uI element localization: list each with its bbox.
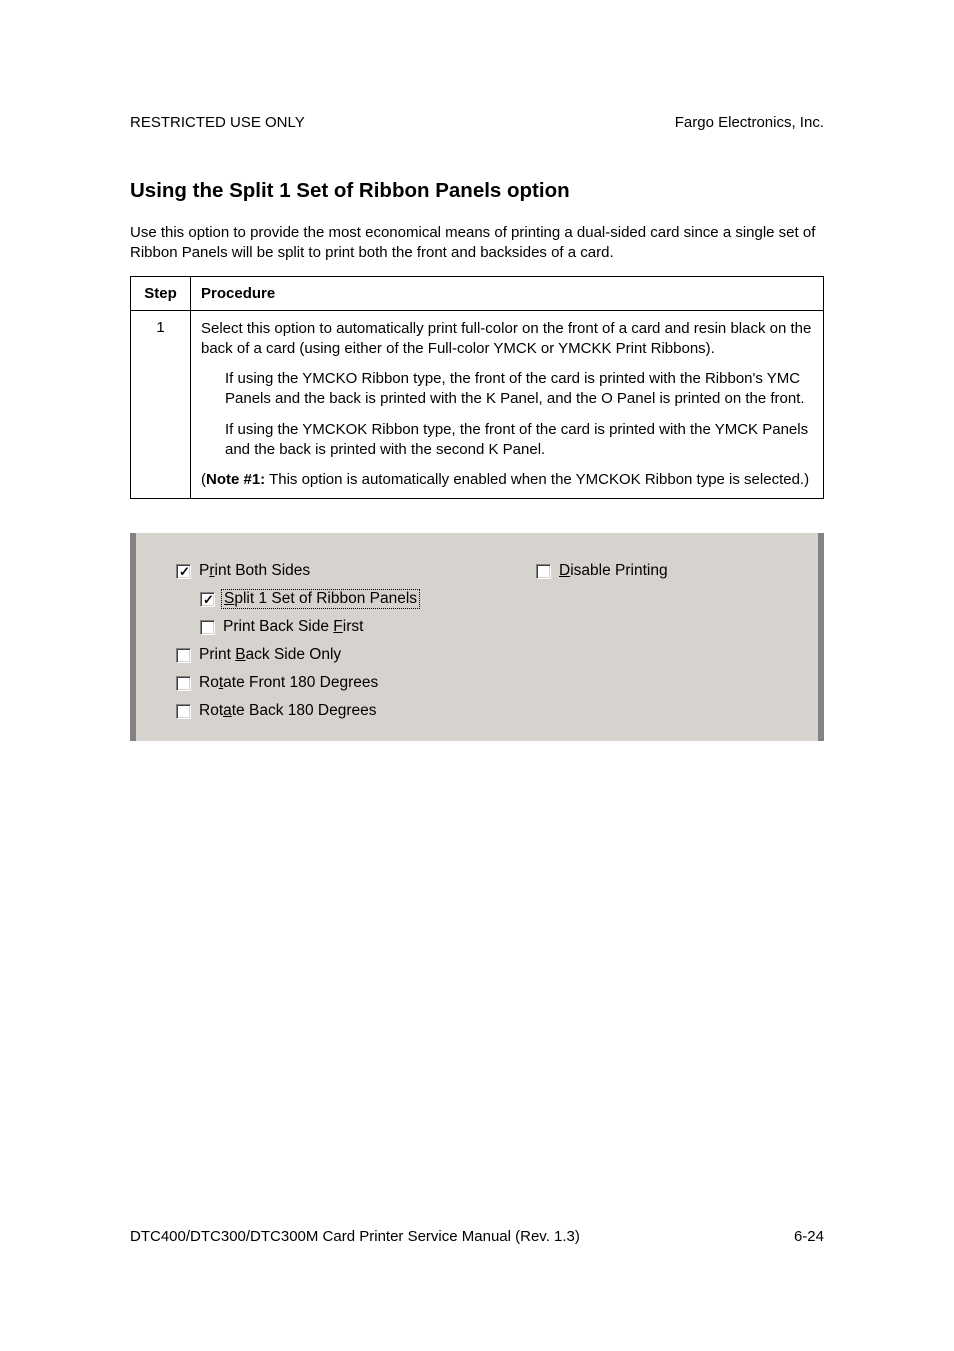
checkbox-print-back-first[interactable]: Print Back Side First bbox=[200, 613, 536, 641]
checkbox-icon bbox=[176, 704, 191, 719]
checkbox-label: Print Back Side Only bbox=[199, 646, 341, 664]
check-icon: ✓ bbox=[179, 564, 190, 579]
checkbox-label: Rotate Back 180 Degrees bbox=[199, 702, 377, 720]
checkbox-label: Rotate Front 180 Degrees bbox=[199, 674, 378, 692]
checkbox-label: Print Both Sides bbox=[199, 562, 310, 580]
check-icon: ✓ bbox=[203, 592, 214, 607]
procedure-table: Step Procedure 1 Select this option to a… bbox=[130, 276, 824, 500]
procedure-para-3: If using the YMCKOK Ribbon type, the fro… bbox=[225, 420, 813, 461]
checkbox-icon bbox=[536, 564, 551, 579]
footer-right: 6-24 bbox=[794, 1228, 824, 1245]
col-step-header: Step bbox=[131, 276, 191, 310]
checkbox-disable-printing[interactable]: Disable Printing bbox=[536, 557, 796, 585]
dialog-screenshot: ✓ Print Both Sides ✓ Split 1 Set of Ribb… bbox=[130, 533, 824, 741]
checkbox-rotate-front[interactable]: Rotate Front 180 Degrees bbox=[176, 669, 536, 697]
checkbox-split-panels[interactable]: ✓ Split 1 Set of Ribbon Panels bbox=[200, 585, 536, 613]
intro-text: Use this option to provide the most econ… bbox=[130, 223, 824, 264]
checkbox-label-focused: Split 1 Set of Ribbon Panels bbox=[221, 589, 420, 609]
table-header-row: Step Procedure bbox=[131, 276, 824, 310]
checkbox-label: Disable Printing bbox=[559, 562, 668, 580]
checkbox-icon: ✓ bbox=[176, 564, 191, 579]
footer-left: DTC400/DTC300/DTC300M Card Printer Servi… bbox=[130, 1228, 580, 1245]
checkbox-print-back-only[interactable]: Print Back Side Only bbox=[176, 641, 536, 669]
page-footer: DTC400/DTC300/DTC300M Card Printer Servi… bbox=[130, 1228, 824, 1245]
procedure-note: (Note #1: This option is automatically e… bbox=[201, 470, 813, 490]
procedure-para-1: Select this option to automatically prin… bbox=[201, 319, 813, 360]
note-text: This option is automatically enabled whe… bbox=[265, 471, 809, 488]
checkbox-icon bbox=[176, 676, 191, 691]
page-header: RESTRICTED USE ONLY Fargo Electronics, I… bbox=[130, 114, 824, 131]
header-right: Fargo Electronics, Inc. bbox=[675, 114, 824, 131]
procedure-cell: Select this option to automatically prin… bbox=[191, 310, 824, 499]
step-number: 1 bbox=[131, 310, 191, 499]
checkbox-print-both-sides[interactable]: ✓ Print Both Sides bbox=[176, 557, 536, 585]
table-row: 1 Select this option to automatically pr… bbox=[131, 310, 824, 499]
section-title: Using the Split 1 Set of Ribbon Panels o… bbox=[130, 179, 824, 203]
checkbox-rotate-back[interactable]: Rotate Back 180 Degrees bbox=[176, 697, 536, 725]
checkbox-icon bbox=[200, 620, 215, 635]
header-left: RESTRICTED USE ONLY bbox=[130, 114, 305, 131]
checkbox-icon bbox=[176, 648, 191, 663]
checkbox-icon: ✓ bbox=[200, 592, 215, 607]
checkbox-label: Print Back Side First bbox=[223, 618, 363, 636]
procedure-para-2: If using the YMCKO Ribbon type, the fron… bbox=[225, 369, 813, 410]
col-procedure-header: Procedure bbox=[191, 276, 824, 310]
note-label: Note #1: bbox=[206, 471, 265, 488]
dialog-body: ✓ Print Both Sides ✓ Split 1 Set of Ribb… bbox=[136, 533, 824, 741]
